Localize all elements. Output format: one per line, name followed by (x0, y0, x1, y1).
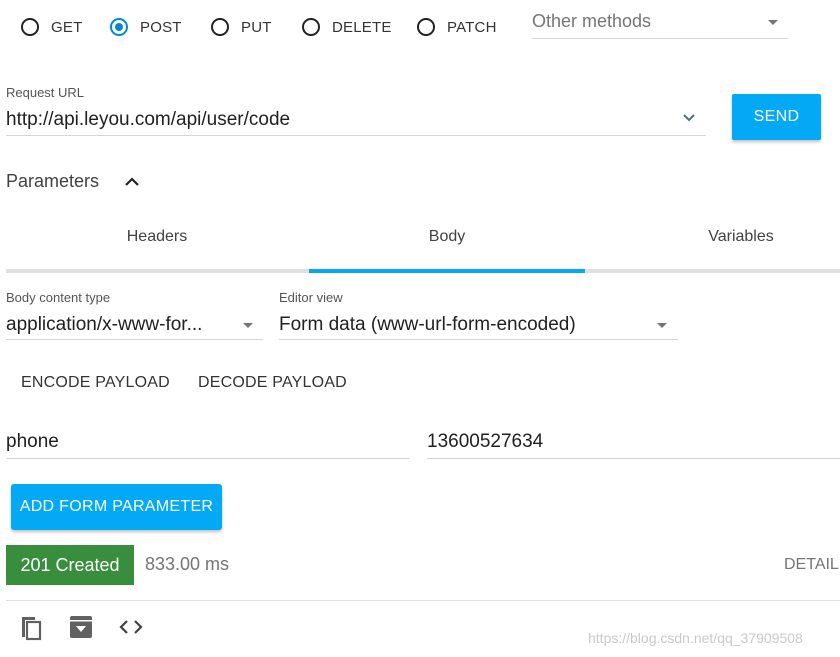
chevron-up-icon[interactable] (124, 176, 140, 188)
method-label: POST (140, 18, 182, 36)
method-radio-get[interactable]: GET (21, 18, 82, 36)
tab-body[interactable]: Body (309, 228, 585, 246)
method-label: PUT (241, 18, 272, 36)
method-label: GET (51, 18, 83, 36)
tab-headers[interactable]: Headers (6, 228, 308, 246)
copy-icon[interactable] (18, 613, 44, 641)
status-badge: 201 Created (6, 545, 134, 585)
body-content-type-label: Body content type (6, 290, 111, 305)
method-label: DELETE (332, 18, 392, 36)
editor-view-select[interactable]: Form data (www-url-form-encoded) (279, 309, 678, 340)
form-param-value-value: 13600527634 (427, 431, 544, 452)
code-icon[interactable] (117, 618, 145, 636)
request-url-label: Request URL (6, 85, 85, 100)
parameters-title: Parameters (6, 171, 100, 191)
response-time: 833.00 ms (145, 554, 230, 574)
radio-circle-icon (417, 18, 435, 36)
editor-view-value: Form data (www-url-form-encoded) (279, 314, 576, 335)
editor-view-label: Editor view (279, 290, 343, 305)
encode-payload-button[interactable]: ENCODE PAYLOAD (21, 374, 170, 392)
watermark-text: https://blog.csdn.net/qq_37909508 (588, 630, 803, 646)
method-radio-put[interactable]: PUT (211, 18, 272, 36)
dropdown-arrow-icon (768, 20, 778, 25)
form-param-name-input[interactable]: phone (6, 426, 410, 459)
method-radio-patch[interactable]: PATCH (417, 18, 497, 36)
radio-circle-icon (21, 18, 39, 36)
body-content-type-value: application/x-www-for... (6, 314, 203, 335)
other-methods-select[interactable]: Other methods (532, 6, 788, 39)
tab-active-indicator (309, 269, 585, 273)
tab-variables[interactable]: Variables (586, 228, 840, 246)
form-param-name-value: phone (6, 431, 59, 452)
details-button[interactable]: DETAIL (784, 556, 839, 574)
radio-circle-icon (211, 18, 229, 36)
add-form-parameter-button[interactable]: ADD FORM PARAMETER (11, 484, 222, 530)
method-radio-post[interactable]: POST (110, 18, 182, 36)
request-url-value: http://api.leyou.com/api/user/code (6, 109, 291, 130)
dropdown-arrow-icon (657, 323, 667, 328)
radio-checked-icon (110, 18, 128, 36)
divider (6, 600, 840, 601)
request-url-field[interactable]: http://api.leyou.com/api/user/code (6, 104, 706, 136)
method-label: PATCH (447, 18, 497, 36)
chevron-down-icon[interactable] (682, 113, 696, 123)
radio-circle-icon (302, 18, 320, 36)
body-content-type-select[interactable]: application/x-www-for... (6, 309, 263, 340)
dropdown-arrow-icon (243, 323, 253, 328)
decode-payload-button[interactable]: DECODE PAYLOAD (198, 374, 347, 392)
save-archive-icon[interactable] (68, 614, 94, 640)
other-methods-placeholder: Other methods (532, 11, 652, 31)
send-button[interactable]: SEND (732, 94, 821, 140)
form-param-value-input[interactable]: 13600527634 (427, 426, 840, 459)
method-radio-delete[interactable]: DELETE (302, 18, 392, 36)
